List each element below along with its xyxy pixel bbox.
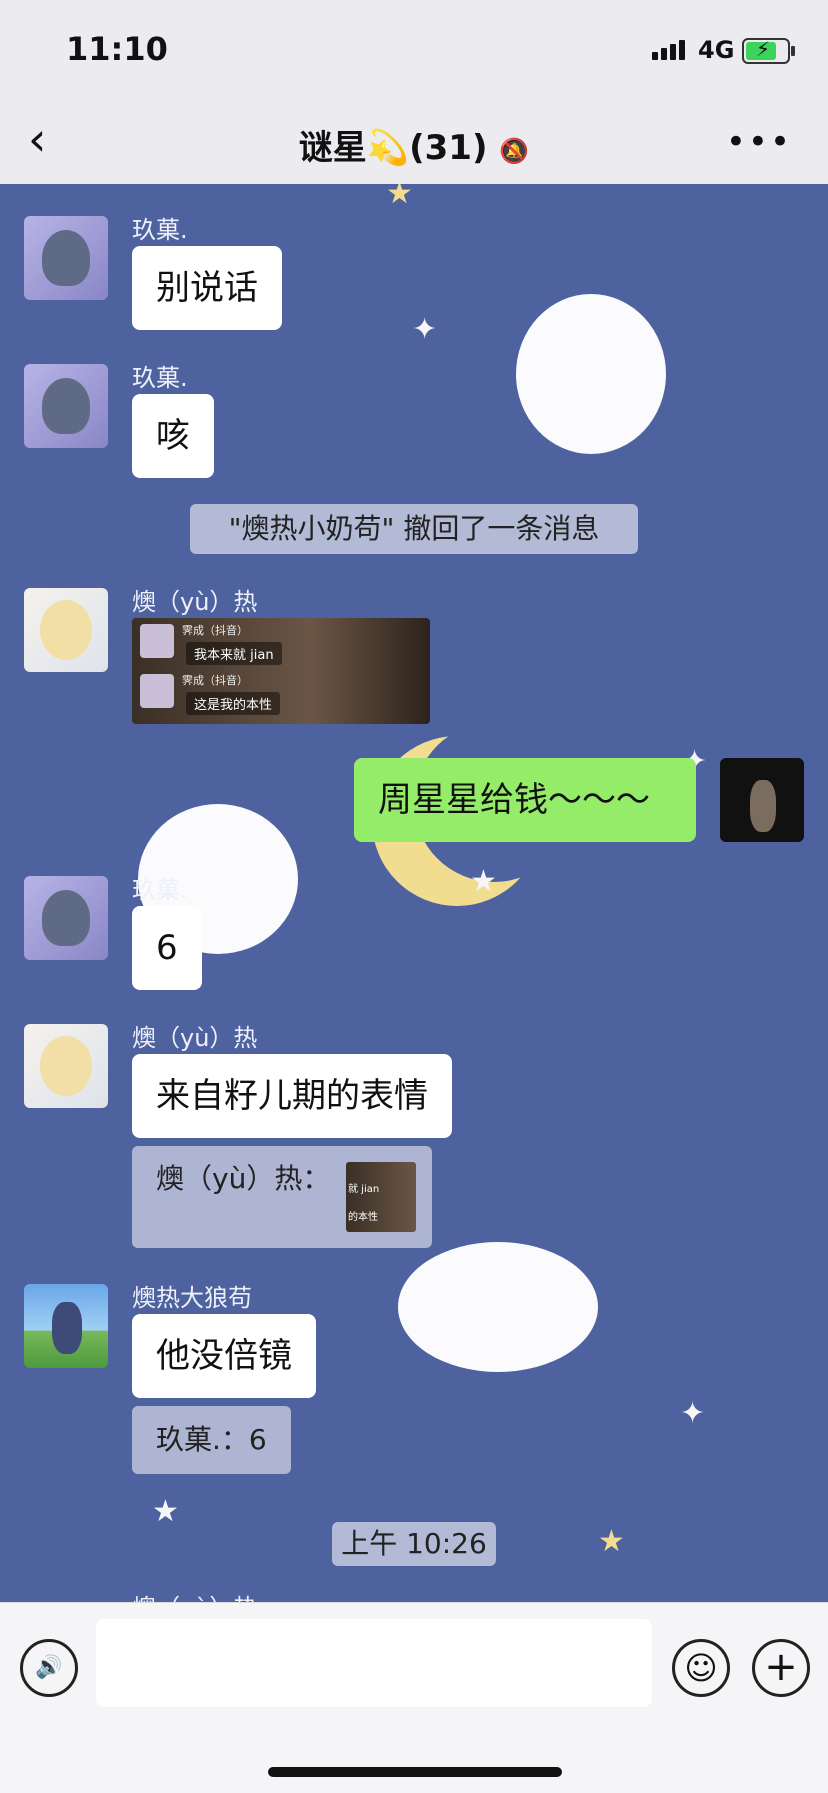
home-indicator (268, 1767, 562, 1777)
message-bubble[interactable]: 来自籽儿期的表情 (132, 1054, 452, 1138)
star-decoration: ★ (152, 1494, 179, 1529)
star-decoration: ✦ (680, 1396, 706, 1431)
quote-reply[interactable]: 玖菓.：6 (132, 1406, 291, 1474)
mini-avatar (140, 624, 174, 658)
emoji-icon[interactable]: ☺ (672, 1639, 730, 1697)
my-message-bubble[interactable]: 周星星给钱～～～ (354, 758, 696, 842)
more-options-icon[interactable]: ••• (726, 122, 792, 162)
clock: 11:10 (66, 30, 168, 68)
star-decoration: ★ (598, 1524, 625, 1559)
comment-text: 我本来就 jian (186, 642, 282, 665)
bear-decoration (516, 294, 666, 454)
message-bubble[interactable]: 别说话 (132, 246, 282, 330)
message-bubble[interactable]: 6 (132, 906, 202, 990)
avatar[interactable] (24, 1284, 108, 1368)
image-message[interactable]: 霁成（抖音） 我本来就 jian 霁成（抖音） 这是我的本性 (132, 618, 430, 724)
chat-header: ‹ 谜星💫(31) 🔕 ••• (0, 98, 828, 184)
message-bubble[interactable]: 咳 (132, 394, 214, 478)
plus-icon[interactable]: + (752, 1639, 810, 1697)
avatar[interactable] (24, 1024, 108, 1108)
avatar[interactable] (24, 588, 108, 672)
star-decoration: ★ (470, 864, 497, 899)
mute-icon: 🔕 (499, 137, 530, 165)
status-bar: 11:10 4G ⚡ (0, 0, 828, 98)
thumb-text: 的本性 (348, 1212, 378, 1223)
signal-icon (652, 40, 688, 60)
avatar[interactable] (24, 216, 108, 300)
timestamp: 上午 10:26 (332, 1522, 496, 1566)
quote-text: 燠（yù）热： (156, 1162, 331, 1195)
message-input[interactable] (96, 1619, 652, 1707)
group-name: 谜星💫(31) (298, 128, 488, 168)
sender-name: 玖菓. (132, 364, 188, 392)
mini-avatar (140, 674, 174, 708)
avatar[interactable] (24, 364, 108, 448)
comment-text: 这是我的本性 (186, 692, 281, 715)
quote-image-thumb[interactable]: 就 jian 的本性 (346, 1162, 416, 1232)
recall-notice: "燠热小奶苟" 撤回了一条消息 (190, 504, 638, 554)
network-label: 4G (698, 36, 735, 64)
sender-name: 玖菓. (132, 216, 188, 244)
chat-background: ✦ ★ ★ ✦ ★ ★ ✦ (0, 184, 828, 1602)
comment-author: 霁成（抖音） (182, 674, 248, 687)
avatar[interactable] (24, 876, 108, 960)
star-decoration: ★ (386, 184, 413, 211)
voice-input-icon[interactable]: 🔊 (20, 1639, 78, 1697)
sender-name: 燠热大狼苟 (132, 1284, 252, 1312)
chat-title: 谜星💫(31) 🔕 (0, 120, 828, 169)
comment-author: 霁成（抖音） (182, 624, 248, 637)
star-decoration: ✦ (412, 312, 438, 347)
bear-decoration (398, 1242, 598, 1372)
input-bar: 🔊 ☺ + (0, 1602, 828, 1793)
thumb-text: 就 jian (348, 1184, 380, 1195)
sender-name: 玖菓. (132, 876, 188, 904)
sender-name: 燠（yù）热 (132, 588, 258, 616)
sender-name: 燠（yù）热 (132, 1024, 258, 1052)
message-bubble[interactable]: 他没倍镜 (132, 1314, 316, 1398)
battery-icon: ⚡ (742, 37, 795, 64)
my-avatar[interactable] (720, 758, 804, 842)
